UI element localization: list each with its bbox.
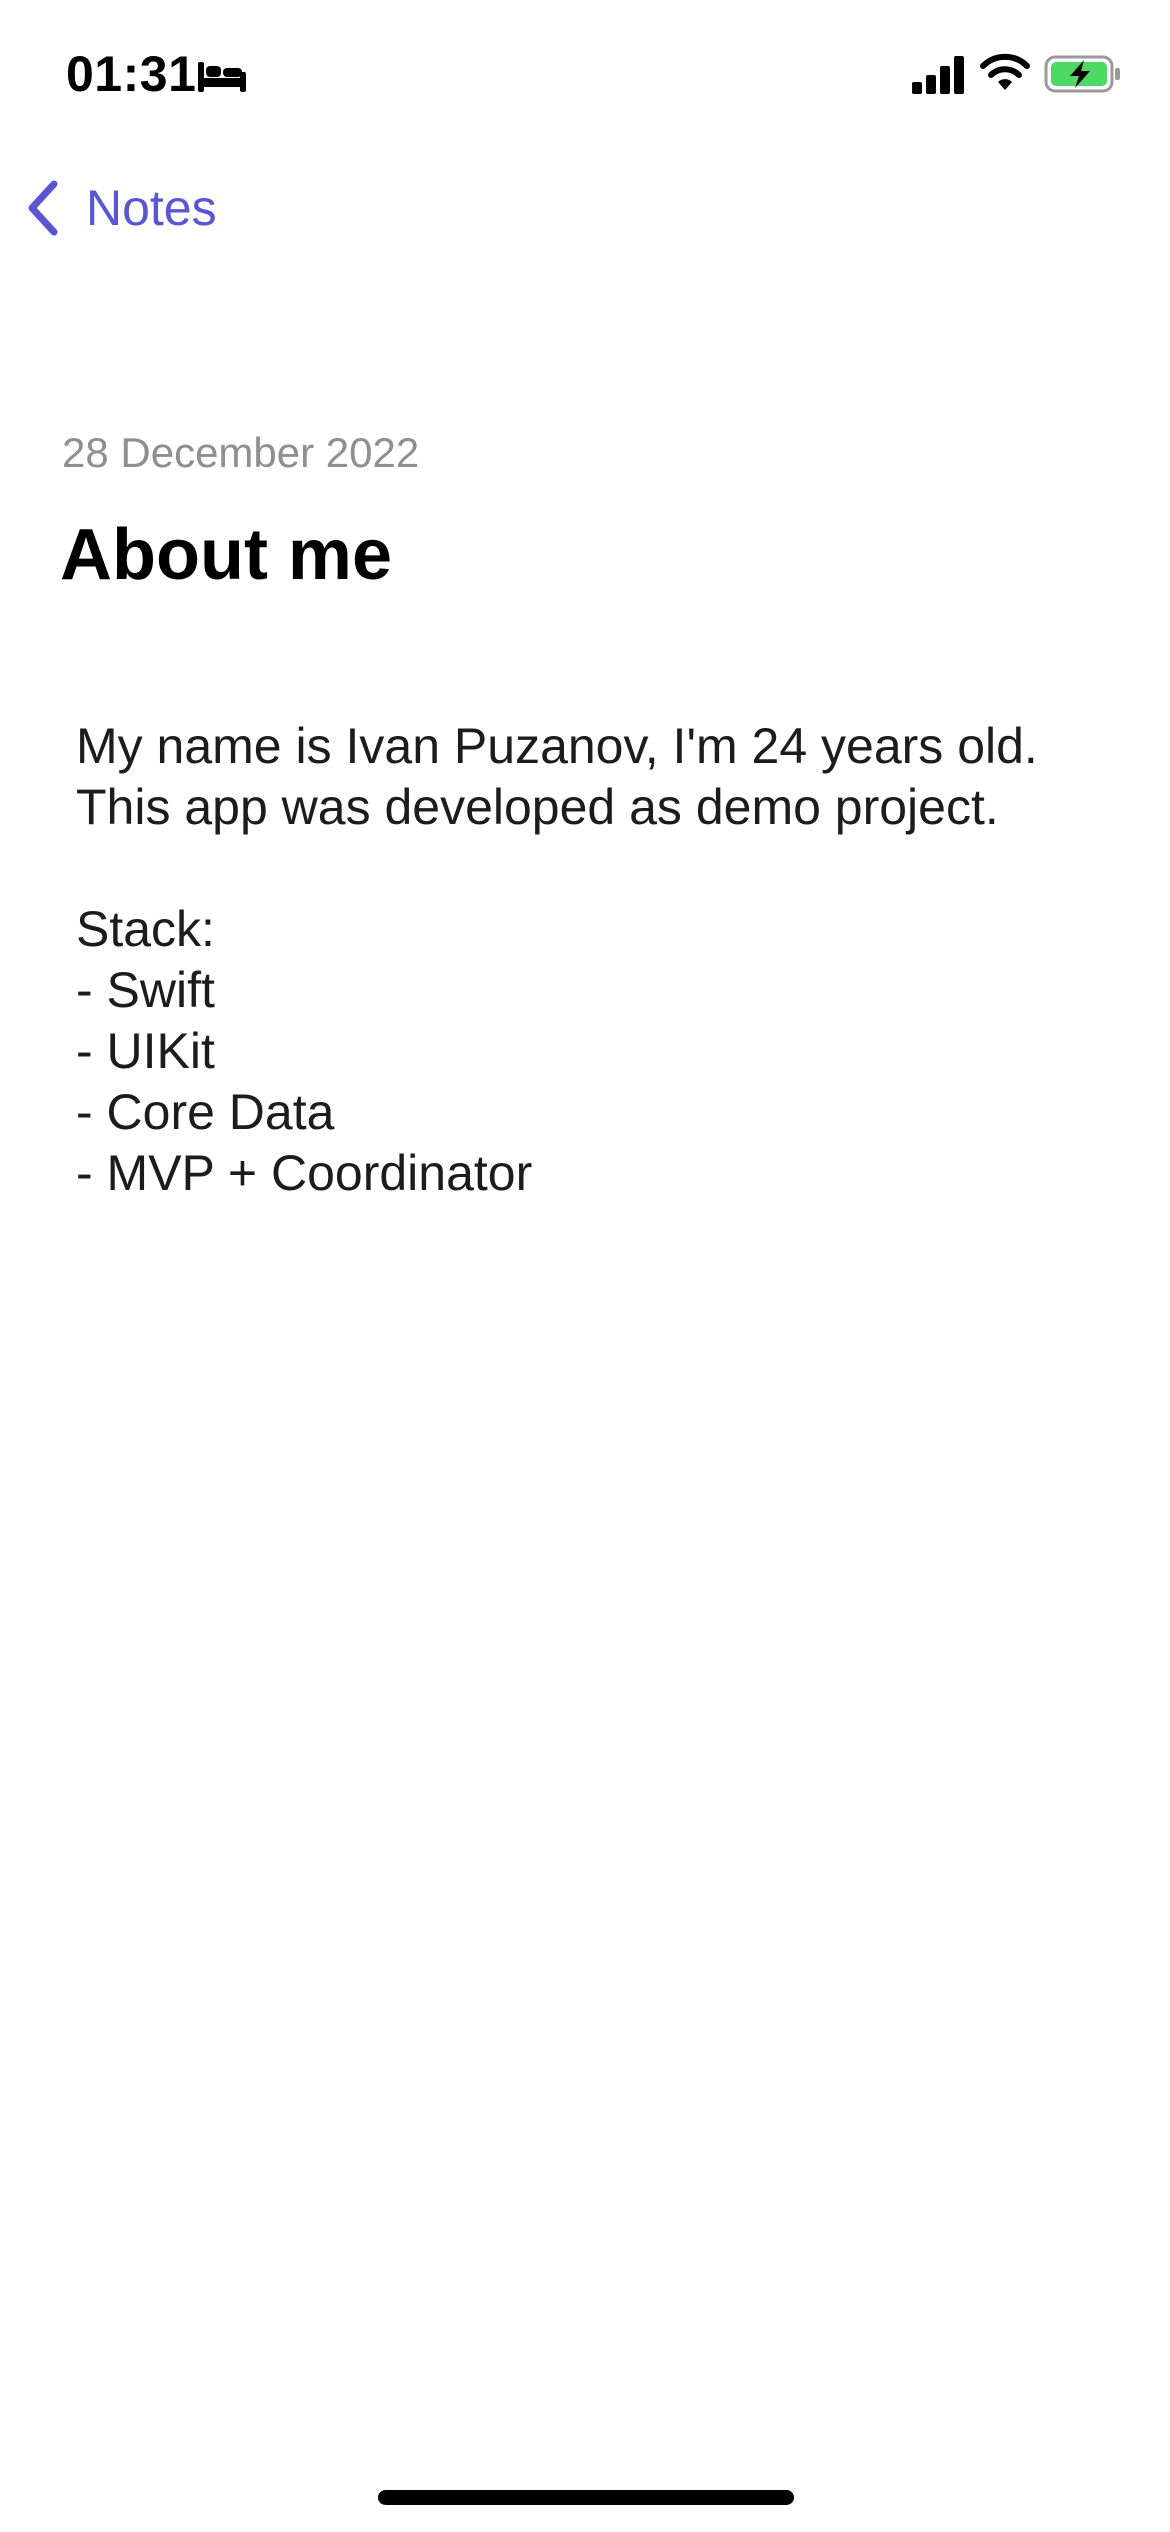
- note-body-line: This app was developed as demo project.: [76, 779, 999, 835]
- note-body-line: - Core Data: [76, 1084, 335, 1140]
- note-date: 28 December 2022: [62, 429, 420, 476]
- note-body-blank-line: [76, 838, 1116, 899]
- note-body-line: - Swift: [76, 962, 215, 1018]
- status-bar: 01:31: [0, 0, 1170, 150]
- chevron-left-icon: [28, 180, 58, 236]
- battery-charging-icon: [1044, 55, 1120, 93]
- note-body[interactable]: My name is Ivan Puzanov, I'm 24 years ol…: [76, 716, 1116, 1204]
- back-button[interactable]: Notes: [24, 172, 217, 244]
- bed-icon: [198, 62, 246, 92]
- note-body-line: My name is Ivan Puzanov, I'm 24 years ol…: [76, 718, 1038, 774]
- home-indicator[interactable]: [378, 2490, 794, 2505]
- note-body-line: - MVP + Coordinator: [76, 1145, 533, 1201]
- wifi-icon: [980, 53, 1030, 90]
- status-time: 01:31: [66, 46, 197, 102]
- note-body-line: - UIKit: [76, 1023, 215, 1079]
- note-body-line: Stack:: [76, 901, 215, 957]
- back-button-label: Notes: [86, 180, 217, 236]
- cellular-signal-icon: [912, 56, 964, 94]
- note-title: About me: [60, 515, 392, 595]
